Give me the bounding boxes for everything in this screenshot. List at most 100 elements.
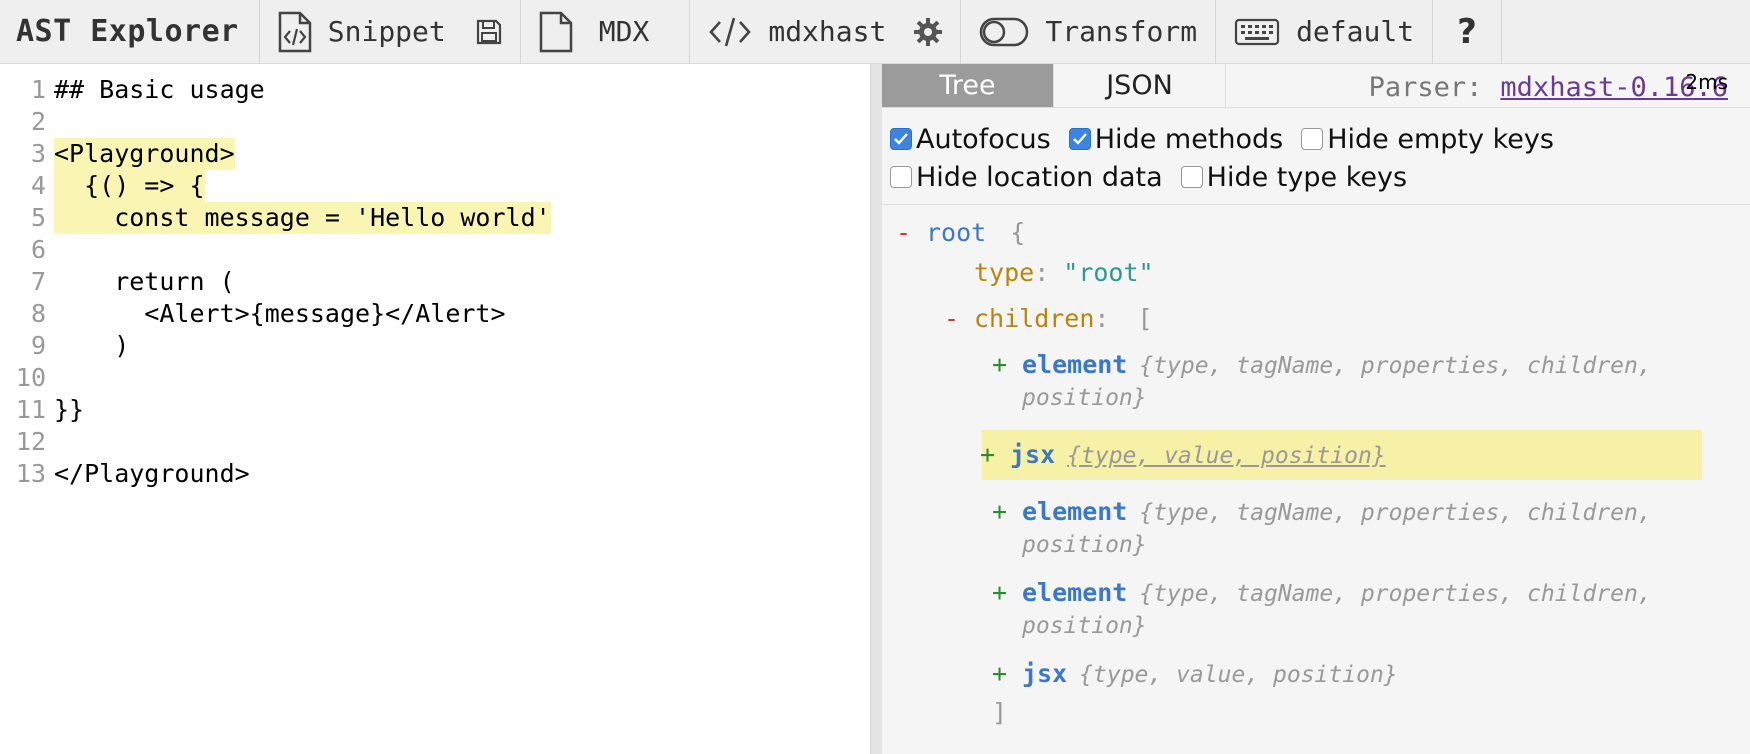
node-summary: {type, tagName, properties, children, <box>1139 581 1652 607</box>
toolbar: AST Explorer Snippet MDX mdxhast Transfo… <box>0 0 1750 64</box>
tree-node[interactable]: + element {type, tagName, properties, ch… <box>992 577 1750 642</box>
options-row: Hide location data Hide type keys <box>890 158 1740 196</box>
save-icon[interactable] <box>476 19 502 45</box>
node-type: element <box>1022 578 1128 607</box>
gear-icon[interactable] <box>914 17 943 46</box>
node-summary: {type, value, position} <box>1079 662 1398 688</box>
node-type: jsx <box>1010 439 1056 469</box>
keymap-button[interactable]: default <box>1234 0 1414 64</box>
line-number: 9 <box>30 331 46 360</box>
hide-location-label: Hide location data <box>916 161 1163 193</box>
app-title: AST Explorer <box>0 0 260 64</box>
help-button[interactable]: ? <box>1457 12 1477 52</box>
hide-location-checkbox[interactable] <box>890 166 912 188</box>
code-line: 13 </Playground> <box>0 458 870 490</box>
root-key: root <box>926 218 987 247</box>
tree-node-highlighted[interactable]: + jsx {type, value, position} <box>980 430 1702 480</box>
keymap-group: default <box>1216 0 1434 64</box>
code-line: 9 ) <box>0 330 870 362</box>
hide-empty-keys-label: Hide empty keys <box>1327 123 1554 155</box>
children-key: children <box>974 304 1095 333</box>
line-text[interactable]: ## Basic usage <box>54 74 265 106</box>
line-text[interactable]: ) <box>54 330 129 362</box>
children-close-bracket: ] <box>992 698 1008 727</box>
autofocus-option[interactable]: Autofocus <box>890 124 1051 155</box>
expand-toggle[interactable]: + <box>992 658 1022 690</box>
code-brackets-icon <box>708 16 752 48</box>
ast-tree: - root { type : "root" - children : [ + … <box>882 205 1750 729</box>
expand-toggle[interactable]: + <box>980 439 1010 471</box>
line-text[interactable]: }} <box>54 394 84 426</box>
code-line: 2 <box>0 106 870 138</box>
line-number: 3 <box>30 139 46 168</box>
snippet-button[interactable]: Snippet <box>278 0 446 64</box>
hide-type-keys-option[interactable]: Hide type keys <box>1180 162 1407 193</box>
children-bracket: [ <box>1137 304 1153 333</box>
panel-splitter[interactable] <box>870 64 882 754</box>
options-row: Autofocus Hide methods Hide empty keys <box>890 120 1740 158</box>
line-number: 11 <box>15 395 46 424</box>
line-text[interactable]: const message = 'Hello world' <box>54 202 551 234</box>
tree-node[interactable]: + element {type, tagName, properties, ch… <box>992 496 1750 561</box>
children-row[interactable]: - children : [ <box>896 303 1750 335</box>
node-summary: {type, tagName, properties, children, <box>1139 353 1652 379</box>
line-number: 2 <box>30 107 46 136</box>
code-editor[interactable]: 1 ## Basic usage 2 3 <Playground> 4 {() =>… <box>0 64 870 754</box>
transform-button[interactable]: Transform <box>979 0 1197 64</box>
autofocus-label: Autofocus <box>916 123 1051 155</box>
output-tabs: Tree JSON Parser: mdxhast-0.16.6 2ms <box>882 64 1750 108</box>
expand-toggle[interactable]: + <box>992 577 1022 609</box>
line-text[interactable]: <Playground> <box>54 138 235 170</box>
node-summary: {type, value, position} <box>1067 442 1386 469</box>
collapse-toggle[interactable]: - <box>896 217 926 249</box>
code-line: 7 return ( <box>0 266 870 298</box>
type-key: type <box>974 258 1035 287</box>
transform-label: Transform <box>1045 15 1198 48</box>
parser-button[interactable]: mdxhast <box>708 0 886 64</box>
hide-methods-checkbox[interactable] <box>1068 128 1091 150</box>
hide-methods-label: Hide methods <box>1094 123 1284 155</box>
line-text[interactable]: </Playground> <box>54 458 250 490</box>
collapse-toggle[interactable]: - <box>944 303 974 335</box>
tree-node[interactable]: + jsx {type, value, position} <box>992 658 1750 691</box>
line-text[interactable]: return ( <box>54 266 234 298</box>
code-line: 4 {() => { <box>0 170 870 202</box>
line-text[interactable]: {() => { <box>54 170 205 202</box>
colon: : <box>1094 304 1110 333</box>
file-icon <box>539 11 573 53</box>
line-number: 8 <box>30 299 46 328</box>
expand-toggle[interactable]: + <box>992 496 1022 528</box>
line-number: 6 <box>30 235 46 264</box>
tree-root-row[interactable]: - root { <box>896 217 1750 249</box>
node-type: element <box>1022 350 1128 379</box>
hide-location-option[interactable]: Hide location data <box>890 162 1163 193</box>
line-number: 4 <box>30 171 46 200</box>
line-number: 1 <box>30 75 46 104</box>
help-group: ? <box>1433 0 1502 64</box>
node-summary: {type, tagName, properties, children, <box>1139 500 1652 526</box>
language-button[interactable]: MDX <box>539 0 649 64</box>
hide-methods-option[interactable]: Hide methods <box>1068 123 1284 155</box>
language-group: MDX <box>521 0 691 64</box>
type-value: "root" <box>1063 258 1154 287</box>
type-property: type : "root" <box>896 257 1750 289</box>
expand-toggle[interactable]: + <box>992 349 1022 381</box>
tab-tree[interactable]: Tree <box>882 64 1054 107</box>
tab-json[interactable]: JSON <box>1054 64 1226 107</box>
code-line: 5 const message = 'Hello world' <box>0 202 870 234</box>
hide-empty-keys-option[interactable]: Hide empty keys <box>1301 124 1554 155</box>
children-close: ] <box>896 697 1750 729</box>
snippet-group: Snippet <box>260 0 521 64</box>
code-line: 6 <box>0 234 870 266</box>
children-list: + element {type, tagName, properties, ch… <box>896 349 1750 691</box>
line-text[interactable]: <Alert>{message}</Alert> <box>54 298 505 330</box>
hide-empty-keys-checkbox[interactable] <box>1301 128 1324 150</box>
node-type: jsx <box>1022 659 1068 688</box>
tree-node[interactable]: + element {type, tagName, properties, ch… <box>992 349 1750 414</box>
hide-type-keys-checkbox[interactable] <box>1180 166 1203 188</box>
code-line: 10 <box>0 362 870 394</box>
keyboard-icon <box>1234 18 1280 46</box>
line-number: 7 <box>30 267 46 296</box>
toggle-icon <box>979 17 1029 47</box>
autofocus-checkbox[interactable] <box>890 128 912 150</box>
